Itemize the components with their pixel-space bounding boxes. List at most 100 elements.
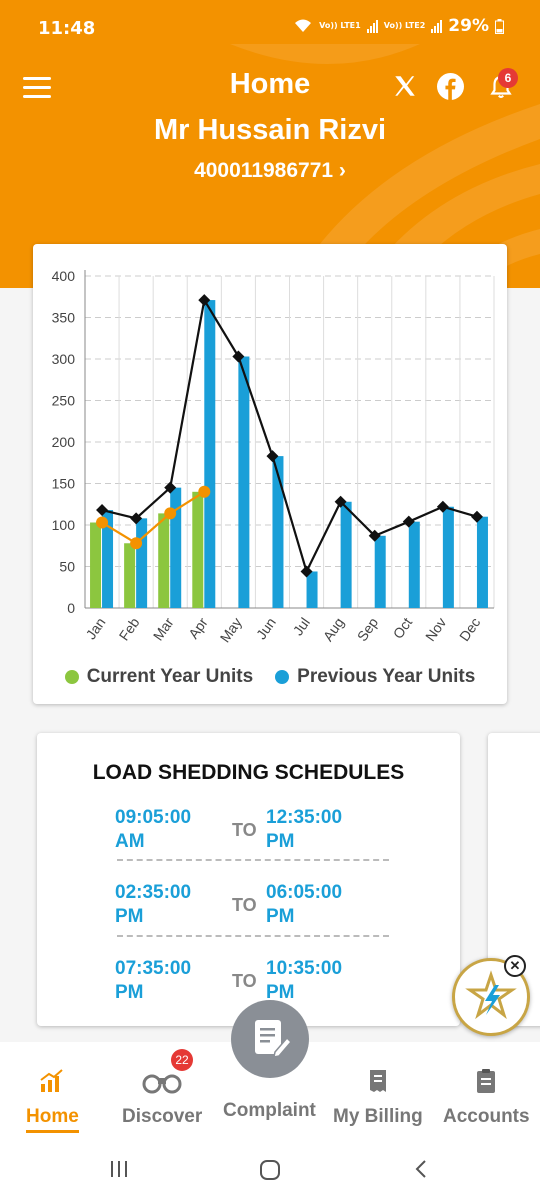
point-current-year bbox=[96, 516, 109, 529]
nav-accounts[interactable]: Accounts bbox=[443, 1068, 530, 1128]
system-navigation-bar bbox=[0, 1142, 540, 1200]
schedule-row: 02:35:00 PM TO 06:05:00 PM bbox=[115, 881, 395, 941]
x-tick-label: Nov bbox=[422, 615, 449, 645]
discover-badge: 22 bbox=[171, 1049, 193, 1071]
account-number-selector[interactable]: 400011986771 › bbox=[0, 159, 540, 183]
load-shedding-title: LOAD SHEDDING SCHEDULES bbox=[92, 761, 405, 784]
bar-previous-year bbox=[170, 487, 182, 608]
legend-previous-dot bbox=[275, 670, 290, 684]
y-tick-label: 400 bbox=[52, 268, 76, 284]
edit-document-icon bbox=[255, 1020, 293, 1058]
y-tick-label: 250 bbox=[52, 393, 76, 409]
units-chart-card: 0 50 100 150 200 250 300 350 400 Jan Feb Mar Apr May J… bbox=[33, 244, 507, 704]
schedule-end: 12:35:00 PM bbox=[266, 807, 343, 852]
bar-previous-year bbox=[442, 506, 454, 608]
schedule-end: 06:05:00 PM bbox=[266, 882, 343, 927]
bar-current-year bbox=[124, 543, 136, 608]
home-system-icon[interactable] bbox=[258, 1158, 282, 1182]
y-tick-label: 300 bbox=[52, 351, 76, 367]
legend-current-label: Current Year Units bbox=[86, 666, 254, 687]
schedule-start: 09:05:00 AM bbox=[115, 807, 192, 852]
legend-previous-label: Previous Year Units bbox=[297, 666, 476, 687]
signal-1-icon bbox=[366, 19, 378, 33]
notification-badge: 6 bbox=[498, 68, 518, 88]
battery-icon bbox=[495, 18, 504, 34]
bar-previous-year bbox=[340, 501, 352, 608]
point-current-year bbox=[198, 485, 211, 498]
x-tick-label: May bbox=[217, 615, 245, 646]
y-tick-label: 100 bbox=[52, 517, 76, 533]
network-1-label: Vo)) LTE1 bbox=[319, 21, 361, 30]
load-shedding-card[interactable]: LOAD SHEDDING SCHEDULES 09:05:00 AM TO 1… bbox=[37, 733, 460, 1026]
bar-previous-year bbox=[136, 518, 148, 608]
nav-discover-label: Discover bbox=[122, 1106, 203, 1127]
nav-discover[interactable]: Discover bbox=[122, 1068, 202, 1128]
schedule-to-label: TO bbox=[232, 895, 257, 915]
bar-previous-year bbox=[374, 535, 386, 608]
units-chart: 0 50 100 150 200 250 300 350 400 Jan Feb Mar Apr May J… bbox=[52, 268, 495, 646]
nav-billing-label: My Billing bbox=[333, 1106, 423, 1127]
wifi-icon bbox=[295, 19, 312, 32]
bar-current-year bbox=[192, 491, 204, 608]
legend-previous-year[interactable]: Previous Year Units bbox=[275, 666, 475, 688]
back-icon[interactable] bbox=[410, 1158, 432, 1180]
bar-previous-year bbox=[408, 521, 420, 608]
y-tick-label: 50 bbox=[59, 559, 75, 575]
schedule-end: 10:35:00 PM bbox=[266, 958, 343, 1003]
network-2-label: Vo)) LTE2 bbox=[383, 21, 426, 30]
close-icon[interactable]: ✕ bbox=[504, 955, 526, 977]
chart-legend: Current Year Units Previous Year Units bbox=[33, 666, 507, 688]
facebook-icon[interactable] bbox=[437, 73, 464, 100]
y-tick-label: 150 bbox=[52, 476, 76, 492]
recent-apps-icon[interactable] bbox=[108, 1158, 130, 1180]
x-tick-label: Jun bbox=[253, 615, 279, 643]
nav-home[interactable]: Home bbox=[26, 1068, 79, 1133]
schedule-start: 02:35:00 PM bbox=[115, 882, 192, 927]
legend-current-dot bbox=[64, 670, 79, 684]
schedule-divider bbox=[117, 935, 389, 937]
x-twitter-icon[interactable] bbox=[392, 73, 418, 99]
x-tick-label: Oct bbox=[390, 614, 416, 641]
bar-previous-year bbox=[306, 571, 318, 608]
bar-current-year bbox=[158, 513, 170, 608]
x-tick-label: Feb bbox=[116, 614, 143, 643]
battery-percent: 29% bbox=[448, 16, 489, 36]
bar-previous-year bbox=[476, 516, 488, 608]
status-bar: 11:48 Vo)) LTE1 Vo)) LTE2 29% bbox=[0, 0, 540, 44]
nav-complaint-label: Complaint bbox=[223, 1100, 316, 1121]
status-time: 11:48 bbox=[38, 18, 96, 39]
y-tick-label: 0 bbox=[67, 600, 75, 616]
nav-home-label: Home bbox=[26, 1106, 79, 1133]
bar-current-year bbox=[90, 522, 102, 608]
nav-accounts-label: Accounts bbox=[443, 1106, 530, 1127]
status-icons: Vo)) LTE1 Vo)) LTE2 29% bbox=[293, 16, 504, 36]
x-tick-label: Dec bbox=[456, 615, 483, 645]
x-tick-label: Jul bbox=[290, 615, 313, 639]
binoculars-icon bbox=[142, 1074, 182, 1094]
x-tick-label: Mar bbox=[150, 614, 177, 643]
schedule-row: 09:05:00 AM TO 12:35:00 PM bbox=[115, 806, 395, 866]
schedule-to-label: TO bbox=[232, 971, 257, 991]
chart-bars-icon bbox=[40, 1069, 64, 1092]
point-current-year bbox=[130, 537, 143, 550]
y-tick-label: 350 bbox=[52, 310, 76, 326]
x-tick-label: Sep bbox=[354, 614, 382, 644]
schedule-divider bbox=[117, 859, 389, 861]
x-tick-label: Aug bbox=[320, 615, 347, 645]
customer-name: Mr Hussain Rizvi bbox=[153, 114, 387, 146]
signal-2-icon bbox=[431, 19, 443, 33]
schedule-to-label: TO bbox=[232, 820, 257, 840]
schedule-start: 07:35:00 PM bbox=[115, 958, 192, 1003]
bar-previous-year bbox=[272, 456, 284, 608]
complaint-button[interactable] bbox=[231, 1000, 309, 1078]
x-tick-label: Jan bbox=[82, 615, 108, 643]
nav-complaint[interactable]: Complaint bbox=[223, 1100, 316, 1122]
legend-current-year[interactable]: Current Year Units bbox=[64, 666, 254, 688]
x-tick-label: Apr bbox=[185, 614, 211, 641]
bar-previous-year bbox=[204, 300, 216, 608]
point-current-year bbox=[164, 507, 177, 520]
clipboard-icon bbox=[477, 1069, 496, 1093]
receipt-icon bbox=[369, 1070, 386, 1092]
nav-my-billing[interactable]: My Billing bbox=[333, 1068, 423, 1128]
bar-previous-year bbox=[238, 356, 250, 608]
